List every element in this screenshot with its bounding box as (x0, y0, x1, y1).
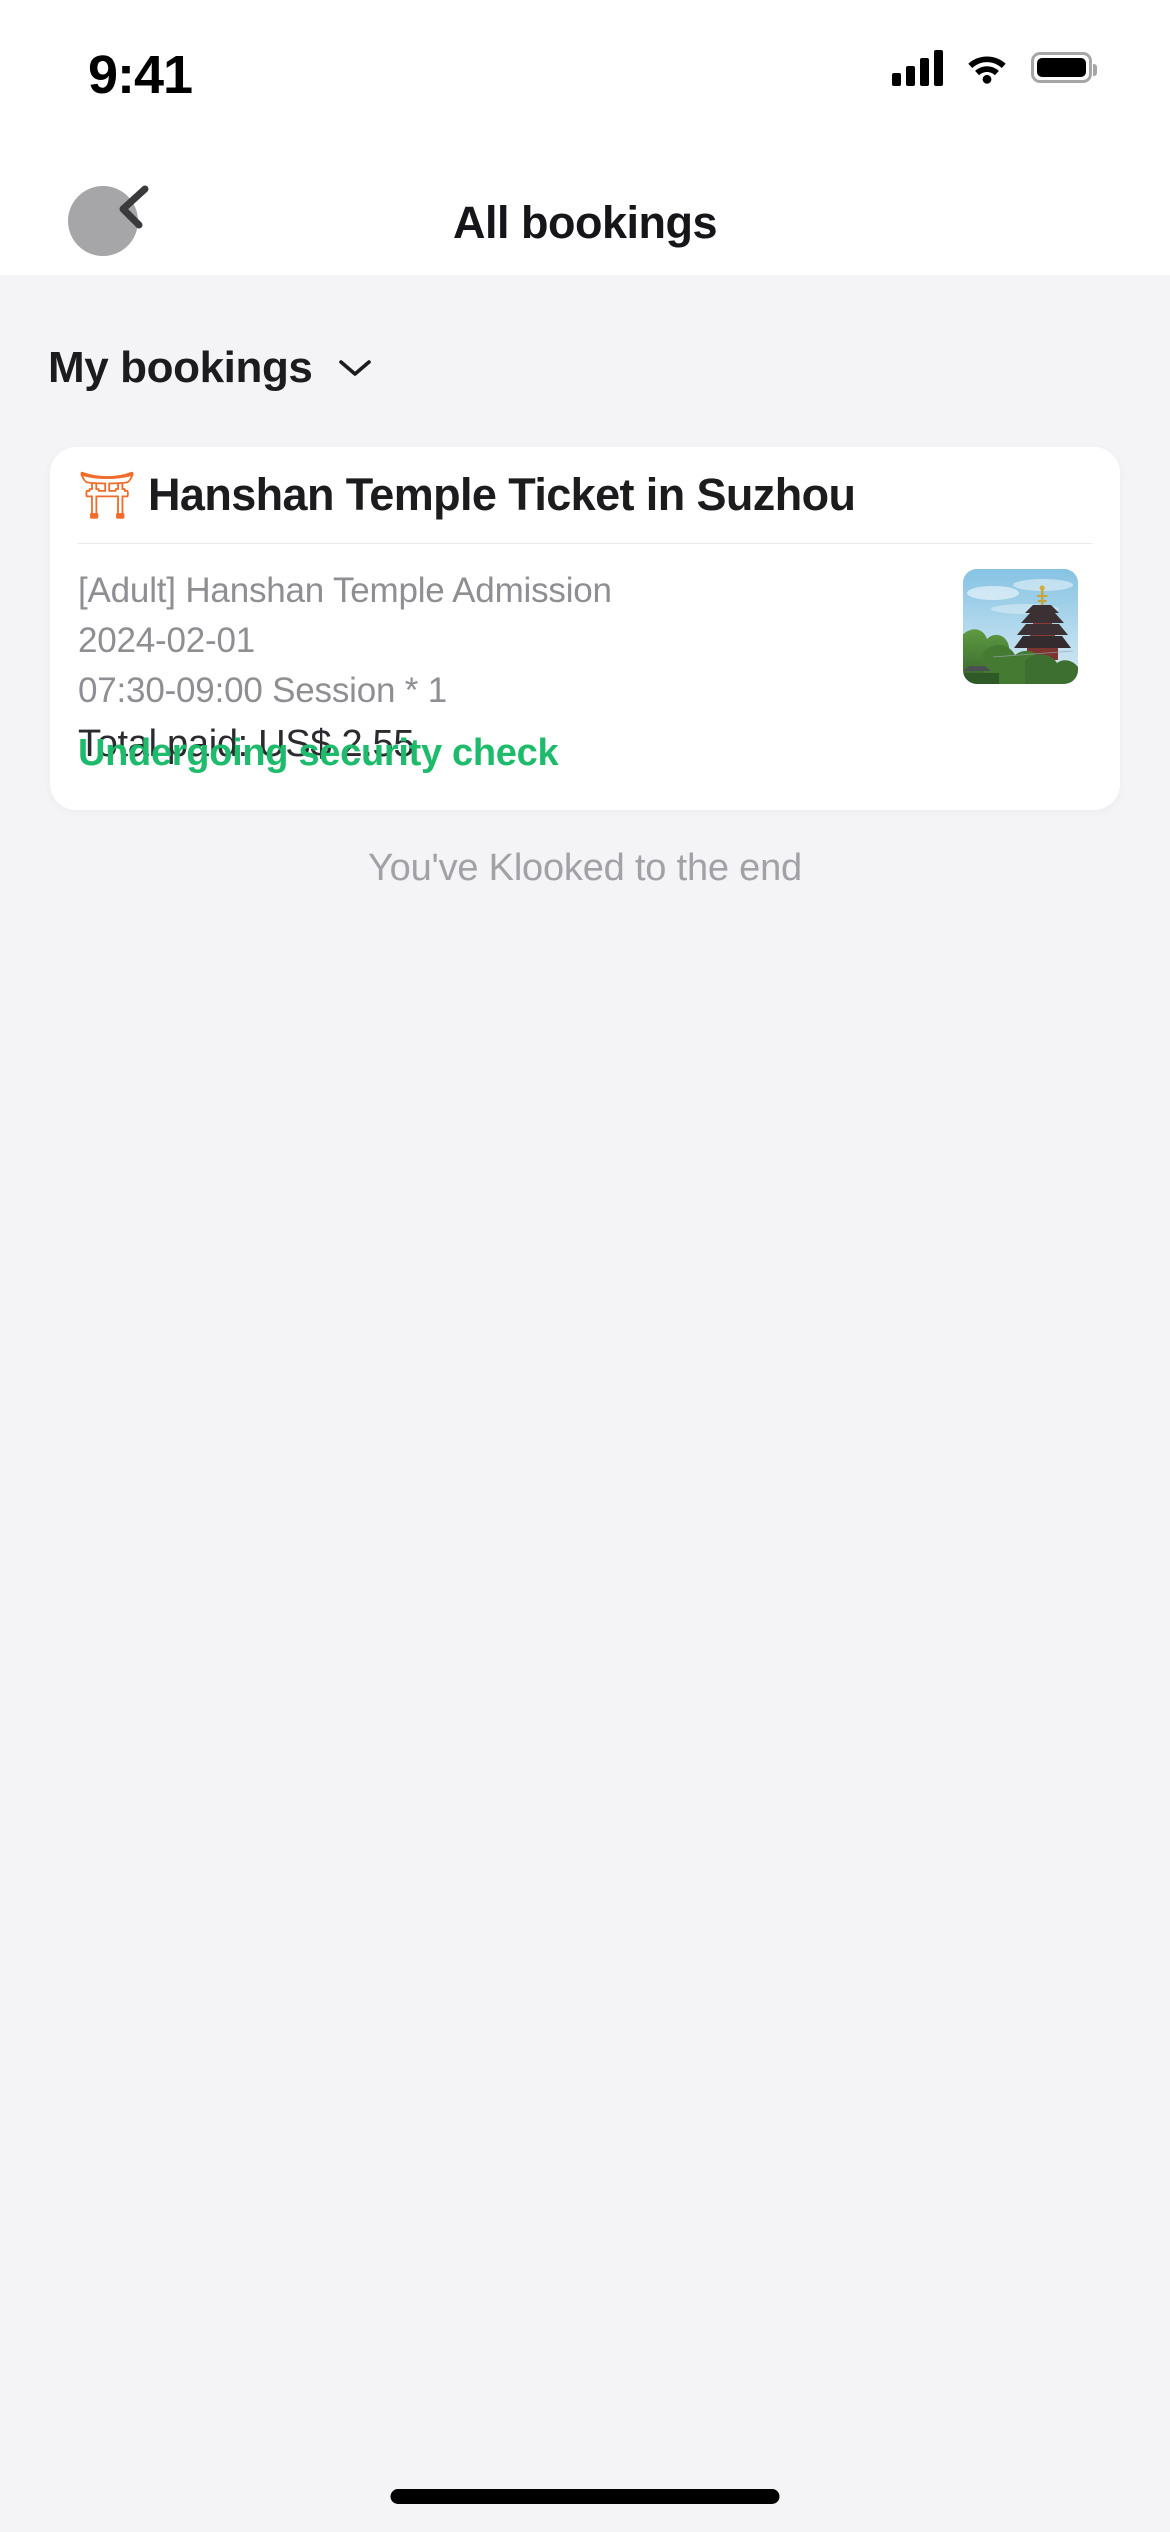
booking-title: Hanshan Temple Ticket in Suzhou (148, 468, 856, 520)
card-divider (78, 543, 1092, 544)
my-bookings-label: My bookings (48, 343, 313, 392)
status-bar-clock: 9:41 (88, 45, 193, 105)
torii-gate-icon: ⛩ (78, 468, 137, 521)
content-area: My bookings ⛩ Hanshan Temple Ticket in S… (0, 275, 1170, 2532)
booking-card[interactable]: ⛩ Hanshan Temple Ticket in Suzhou [Adult… (50, 447, 1120, 810)
status-bar: 9:41 (0, 0, 1170, 170)
booking-card-header: ⛩ Hanshan Temple Ticket in Suzhou (50, 447, 1120, 542)
end-of-list-message: You've Klooked to the end (368, 847, 802, 889)
home-indicator[interactable] (390, 2489, 780, 2504)
chevron-down-icon (338, 360, 371, 376)
my-bookings-dropdown[interactable]: My bookings (48, 343, 375, 393)
booking-detail-session: 07:30-09:00 Session * 1 (78, 671, 448, 710)
wifi-icon (965, 50, 1009, 84)
booking-thumbnail (963, 569, 1078, 684)
booking-status-badge: Undergoing security check (78, 732, 559, 774)
page-title: All bookings (453, 196, 718, 248)
phone-screen: 9:41 All bookings My bookings ⛩ Hanshan … (0, 0, 1170, 2532)
battery-full-icon (1031, 51, 1097, 83)
booking-detail-ticket-type: [Adult] Hanshan Temple Admission (78, 571, 612, 610)
booking-detail-date: 2024-02-01 (78, 621, 256, 660)
navigation-bar: All bookings (0, 170, 1170, 275)
status-bar-indicators (892, 48, 1097, 86)
pagoda-temple-photo (963, 569, 1078, 684)
signal-bars-icon (892, 48, 943, 86)
